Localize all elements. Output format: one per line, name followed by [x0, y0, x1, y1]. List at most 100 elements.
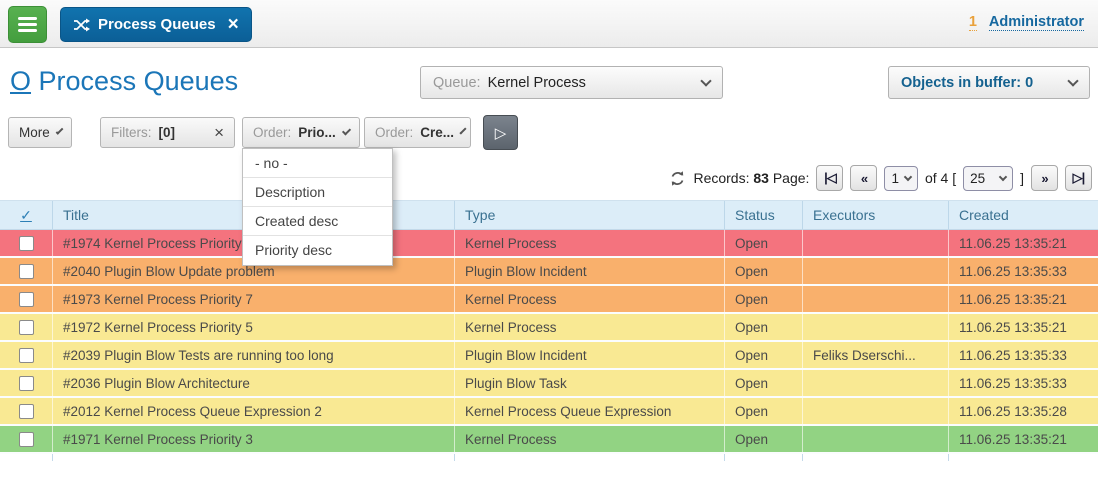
row-type: Plugin Blow Incident [455, 342, 725, 368]
order-dropdown-item[interactable]: Priority desc [243, 236, 392, 265]
next-page-button[interactable]: » [1031, 165, 1058, 191]
more-button[interactable]: More [8, 117, 72, 148]
row-checkbox-cell [0, 426, 53, 452]
row-checkbox[interactable] [19, 432, 34, 447]
page-number-value: 1 [891, 171, 899, 186]
last-page-button[interactable]: ▷| [1065, 165, 1092, 191]
order-dropdown-item[interactable]: Description [243, 178, 392, 207]
row-checkbox[interactable] [19, 264, 34, 279]
row-checkbox-cell [0, 286, 53, 312]
order-dropdown: - no -DescriptionCreated descPriority de… [242, 148, 393, 266]
table-row[interactable]: #1972 Kernel Process Priority 5 Kernel P… [0, 314, 1098, 342]
table-body: #1974 Kernel Process Priority Kernel Pro… [0, 230, 1098, 454]
page-number-select[interactable]: 1 [884, 166, 918, 191]
header-created[interactable]: Created [949, 201, 1098, 229]
first-page-button[interactable]: |◁ [816, 165, 843, 191]
table-row[interactable]: #2036 Plugin Blow Architecture Plugin Bl… [0, 370, 1098, 398]
buffer-select[interactable]: Objects in buffer: 0 [888, 66, 1090, 99]
row-executors [803, 426, 949, 452]
top-bar: Process Queues × 1 Administrator [0, 0, 1098, 48]
chevron-down-icon [999, 172, 1007, 180]
table-row[interactable]: #1971 Kernel Process Priority 3 Kernel P… [0, 426, 1098, 454]
row-checkbox[interactable] [19, 292, 34, 307]
row-status: Open [725, 342, 803, 368]
row-checkbox[interactable] [19, 320, 34, 335]
row-checkbox[interactable] [19, 348, 34, 363]
table-row[interactable]: #2012 Kernel Process Queue Expression 2 … [0, 398, 1098, 426]
row-checkbox[interactable] [19, 404, 34, 419]
buffer-count: 0 [1025, 75, 1033, 91]
order-priority-select[interactable]: Order: Prio... [242, 117, 360, 148]
table-row[interactable]: #2039 Plugin Blow Tests are running too … [0, 342, 1098, 370]
row-executors: Feliks Dserschi... [803, 342, 949, 368]
row-status: Open [725, 230, 803, 256]
pagination-bar: Records: 83 Page: |◁ « 1 of 4 [ 25 ] » ▷… [669, 162, 1092, 194]
row-checkbox[interactable] [19, 236, 34, 251]
row-created: 11.06.25 13:35:21 [949, 314, 1098, 340]
buffer-label: Objects in buffer: 0 [901, 75, 1033, 91]
row-title: #2036 Plugin Blow Architecture [53, 370, 455, 396]
header-status[interactable]: Status [725, 201, 803, 229]
row-title: #1972 Kernel Process Priority 5 [53, 314, 455, 340]
chevron-down-icon [342, 126, 351, 135]
select-all-link[interactable]: ✓ [20, 207, 32, 224]
row-created: 11.06.25 13:35:33 [949, 342, 1098, 368]
table-header-row: ✓ Title Type Status Executors Created [0, 200, 1098, 230]
header-executors[interactable]: Executors [803, 201, 949, 229]
row-status: Open [725, 426, 803, 452]
order-label: Order: [375, 125, 413, 140]
filters-button[interactable]: Filters: [0] × [100, 117, 235, 148]
row-status: Open [725, 370, 803, 396]
row-status: Open [725, 398, 803, 424]
row-type: Kernel Process [455, 286, 725, 312]
row-executors [803, 258, 949, 284]
row-executors [803, 370, 949, 396]
bracket-close: ] [1020, 170, 1024, 186]
row-executors [803, 230, 949, 256]
table-partial-row [0, 454, 1098, 461]
header-type[interactable]: Type [455, 201, 725, 229]
user-menu-administrator[interactable]: Administrator [989, 14, 1084, 31]
order-label: Order: [253, 125, 291, 140]
row-created: 11.06.25 13:35:21 [949, 230, 1098, 256]
refresh-icon[interactable] [669, 170, 686, 187]
queue-select-value: Kernel Process [488, 75, 586, 91]
clear-filters-icon[interactable]: × [214, 123, 224, 143]
filters-label: Filters: [111, 125, 152, 140]
row-checkbox-cell [0, 230, 53, 256]
row-status: Open [725, 314, 803, 340]
tab-process-queues[interactable]: Process Queues × [60, 7, 252, 42]
chevron-down-icon [459, 127, 466, 134]
page-title: O Process Queues [10, 66, 238, 97]
table-row[interactable]: #1974 Kernel Process Priority Kernel Pro… [0, 230, 1098, 258]
tab-close-icon[interactable]: × [228, 15, 239, 34]
queue-select[interactable]: Queue: Kernel Process [420, 66, 723, 99]
row-title: #1971 Kernel Process Priority 3 [53, 426, 455, 452]
hamburger-menu-button[interactable] [8, 6, 47, 43]
row-checkbox-cell [0, 398, 53, 424]
row-executors [803, 398, 949, 424]
notification-count[interactable]: 1 [969, 14, 977, 31]
order-created-select[interactable]: Order: Cre... [364, 117, 471, 148]
row-checkbox[interactable] [19, 376, 34, 391]
chevron-down-icon [700, 75, 711, 86]
table-row[interactable]: #1973 Kernel Process Priority 7 Kernel P… [0, 286, 1098, 314]
order-dropdown-item[interactable]: - no - [243, 149, 392, 178]
tab-label: Process Queues [98, 16, 216, 33]
run-button[interactable]: ▷ [483, 115, 518, 150]
page-title-text: Process Queues [39, 66, 239, 96]
chevron-down-icon [904, 172, 912, 180]
row-created: 11.06.25 13:35:33 [949, 370, 1098, 396]
order-created-value: Cre... [420, 125, 454, 140]
row-created: 11.06.25 13:35:33 [949, 258, 1098, 284]
row-executors [803, 286, 949, 312]
page-size-select[interactable]: 25 [963, 166, 1013, 191]
more-label: More [19, 125, 50, 140]
shuffle-icon [73, 18, 90, 32]
previous-page-button[interactable]: « [850, 165, 877, 191]
table-row[interactable]: #2040 Plugin Blow Update problem Plugin … [0, 258, 1098, 286]
order-dropdown-item[interactable]: Created desc [243, 207, 392, 236]
queue-select-label: Queue: [433, 75, 481, 91]
row-title: #1973 Kernel Process Priority 7 [53, 286, 455, 312]
object-type-link[interactable]: O [10, 66, 31, 96]
